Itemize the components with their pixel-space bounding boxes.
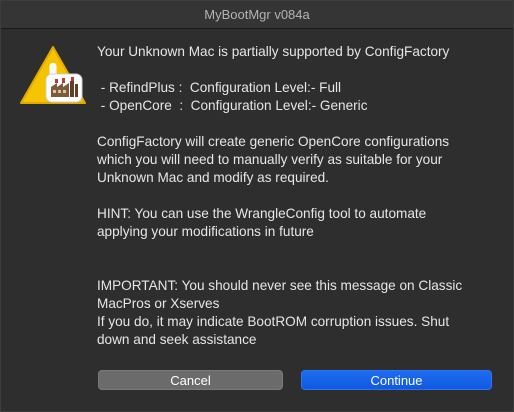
alert-message: Your Unknown Mac is partially supported … (97, 43, 501, 349)
message-line: - RefindPlus : Configuration Level:- Ful… (97, 80, 342, 95)
message-line: Your Unknown Mac is partially supported … (97, 44, 450, 59)
window-title: MyBootMgr v084a (1, 1, 513, 29)
continue-button[interactable]: Continue (301, 370, 492, 390)
message-line: which you will need to manually verify a… (97, 152, 443, 167)
app-factory-badge-icon (45, 73, 83, 103)
cancel-button[interactable]: Cancel (98, 370, 283, 390)
message-line: down and seek assistance (97, 332, 257, 347)
message-line: If you do, it may indicate BootROM corru… (97, 314, 450, 329)
message-line: Unknown Mac and modify as required. (97, 170, 329, 185)
alert-window: MyBootMgr v084a Your Unknown Mac is part… (0, 0, 514, 412)
message-line: - OpenCore : Configuration Level:- Gener… (97, 98, 368, 113)
message-line: IMPORTANT: You should never see this mes… (97, 278, 463, 293)
message-line: applying your modifications in future (97, 224, 314, 239)
message-line: ConfigFactory will create generic OpenCo… (97, 134, 450, 149)
message-line: HINT: You can use the WrangleConfig tool… (97, 206, 427, 221)
message-line: MacPros or Xserves (97, 296, 220, 311)
